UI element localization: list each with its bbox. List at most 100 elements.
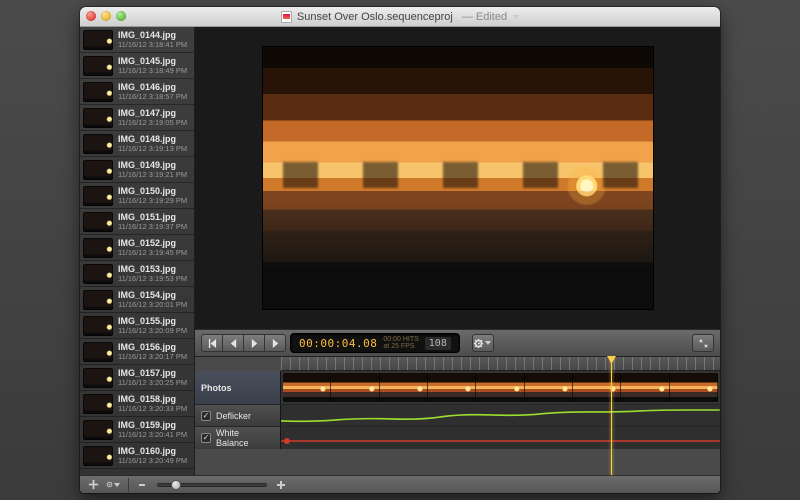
file-date: 11/16/12 3:20:09 PM: [118, 327, 187, 335]
file-row[interactable]: IMG_0147.jpg11/16/12 3:19:05 PM: [80, 105, 194, 131]
file-row[interactable]: IMG_0151.jpg11/16/12 3:19:37 PM: [80, 209, 194, 235]
document-icon: [281, 11, 292, 23]
file-row[interactable]: IMG_0146.jpg11/16/12 3:18:57 PM: [80, 79, 194, 105]
file-row[interactable]: IMG_0156.jpg11/16/12 3:20:17 PM: [80, 339, 194, 365]
file-date: 11/16/12 3:20:41 PM: [118, 431, 187, 439]
file-thumbnail: [83, 316, 113, 336]
file-thumbnail: [83, 134, 113, 154]
file-meta: IMG_0145.jpg11/16/12 3:18:49 PM: [118, 57, 187, 75]
file-name: IMG_0160.jpg: [118, 447, 187, 456]
file-thumbnail: [83, 238, 113, 258]
zoom-button[interactable]: [116, 11, 126, 21]
deflicker-curve: [281, 405, 720, 427]
file-thumbnail: [83, 108, 113, 128]
go-to-start-button[interactable]: [201, 334, 223, 352]
file-row[interactable]: IMG_0144.jpg11/16/12 3:18:41 PM: [80, 27, 194, 53]
file-row[interactable]: IMG_0148.jpg11/16/12 3:19:13 PM: [80, 131, 194, 157]
track-body-photos[interactable]: [281, 371, 720, 404]
file-row[interactable]: IMG_0157.jpg11/16/12 3:20:25 PM: [80, 365, 194, 391]
file-meta: IMG_0158.jpg11/16/12 3:20:33 PM: [118, 395, 187, 413]
edited-indicator: — Edited: [462, 11, 507, 23]
file-name: IMG_0158.jpg: [118, 395, 187, 404]
file-date: 11/16/12 3:19:13 PM: [118, 145, 187, 153]
file-date: 11/16/12 3:19:29 PM: [118, 197, 187, 205]
file-date: 11/16/12 3:18:49 PM: [118, 67, 187, 75]
zoom-slider[interactable]: [157, 483, 267, 487]
close-button[interactable]: [86, 11, 96, 21]
file-row[interactable]: IMG_0160.jpg11/16/12 3:20:49 PM: [80, 443, 194, 469]
file-meta: IMG_0156.jpg11/16/12 3:20:17 PM: [118, 343, 187, 361]
file-date: 11/16/12 3:19:05 PM: [118, 119, 187, 127]
titlebar[interactable]: Sunset Over Oslo.sequenceproj — Edited: [80, 7, 720, 27]
file-date: 11/16/12 3:20:25 PM: [118, 379, 187, 387]
gear-icon: [106, 479, 113, 490]
file-date: 11/16/12 3:18:41 PM: [118, 41, 187, 49]
file-row[interactable]: IMG_0158.jpg11/16/12 3:20:33 PM: [80, 391, 194, 417]
zoom-slider-knob[interactable]: [171, 480, 181, 490]
step-back-button[interactable]: [222, 334, 244, 352]
playback-controls: [201, 334, 286, 352]
app-window: Sunset Over Oslo.sequenceproj — Edited I…: [80, 7, 720, 493]
file-row[interactable]: IMG_0145.jpg11/16/12 3:18:49 PM: [80, 53, 194, 79]
file-name: IMG_0144.jpg: [118, 31, 187, 40]
track-header-deflicker[interactable]: ✓ Deflicker: [195, 405, 281, 426]
fullscreen-icon: [699, 339, 708, 348]
file-row[interactable]: IMG_0152.jpg11/16/12 3:19:45 PM: [80, 235, 194, 261]
file-row[interactable]: IMG_0149.jpg11/16/12 3:19:21 PM: [80, 157, 194, 183]
file-meta: IMG_0150.jpg11/16/12 3:19:29 PM: [118, 187, 187, 205]
track-body-whitebalance[interactable]: [281, 427, 720, 449]
preview-image: [263, 47, 653, 309]
window-body: IMG_0144.jpg11/16/12 3:18:41 PM IMG_0145.…: [80, 27, 720, 475]
file-row[interactable]: IMG_0159.jpg11/16/12 3:20:41 PM: [80, 417, 194, 443]
file-meta: IMG_0155.jpg11/16/12 3:20:09 PM: [118, 317, 187, 335]
track-deflicker: ✓ Deflicker: [195, 405, 720, 427]
zoom-out-button[interactable]: [137, 479, 149, 491]
file-row[interactable]: IMG_0154.jpg11/16/12 3:20:01 PM: [80, 287, 194, 313]
step-forward-button[interactable]: [264, 334, 286, 352]
source-file-list[interactable]: IMG_0144.jpg11/16/12 3:18:41 PM IMG_0145.…: [80, 27, 195, 475]
deflicker-checkbox[interactable]: ✓: [201, 411, 211, 421]
play-button[interactable]: [243, 334, 265, 352]
file-date: 11/16/12 3:19:37 PM: [118, 223, 187, 231]
window-title[interactable]: Sunset Over Oslo.sequenceproj — Edited: [281, 11, 519, 23]
file-date: 11/16/12 3:19:53 PM: [118, 275, 187, 283]
status-bar: [80, 475, 720, 493]
track-header-whitebalance[interactable]: ✓ White Balance: [195, 427, 281, 449]
file-row[interactable]: IMG_0155.jpg11/16/12 3:20:09 PM: [80, 313, 194, 339]
file-name: IMG_0153.jpg: [118, 265, 187, 274]
chevron-down-icon: [114, 483, 120, 487]
fullscreen-button[interactable]: [692, 334, 714, 352]
track-body-deflicker[interactable]: [281, 405, 720, 426]
file-name: IMG_0151.jpg: [118, 213, 187, 222]
file-row[interactable]: IMG_0153.jpg11/16/12 3:19:53 PM: [80, 261, 194, 287]
whitebalance-curve: [281, 427, 720, 449]
track-whitebalance: ✓ White Balance: [195, 427, 720, 449]
add-button[interactable]: [86, 478, 100, 492]
file-thumbnail: [83, 186, 113, 206]
photo-clip[interactable]: [283, 373, 718, 402]
track-header-photos[interactable]: Photos: [195, 371, 281, 404]
whitebalance-checkbox[interactable]: ✓: [201, 433, 211, 443]
preview-viewport[interactable]: [195, 27, 720, 329]
zoom-in-button[interactable]: [275, 479, 287, 491]
timeline[interactable]: Photos ✓ Deflicker: [195, 357, 720, 475]
timecode-display[interactable]: 00:00:04.08 00:00 HITS at 25 FPS 108: [290, 333, 460, 353]
minimize-button[interactable]: [101, 11, 111, 21]
file-name: IMG_0145.jpg: [118, 57, 187, 66]
timeline-ruler[interactable]: [281, 357, 720, 371]
file-name: IMG_0152.jpg: [118, 239, 187, 248]
settings-button[interactable]: [472, 334, 494, 352]
file-date: 11/16/12 3:20:49 PM: [118, 457, 187, 465]
file-name: IMG_0159.jpg: [118, 421, 187, 430]
file-meta: IMG_0146.jpg11/16/12 3:18:57 PM: [118, 83, 187, 101]
file-date: 11/16/12 3:20:17 PM: [118, 353, 187, 361]
file-thumbnail: [83, 56, 113, 76]
action-menu-button[interactable]: [106, 478, 120, 492]
title-menu-chevron-icon[interactable]: [513, 15, 519, 19]
file-name: IMG_0146.jpg: [118, 83, 187, 92]
desktop-background: Sunset Over Oslo.sequenceproj — Edited I…: [0, 0, 800, 500]
file-meta: IMG_0160.jpg11/16/12 3:20:49 PM: [118, 447, 187, 465]
timecode-value: 00:00:04.08: [299, 337, 377, 350]
track-label: Photos: [201, 383, 232, 393]
file-row[interactable]: IMG_0150.jpg11/16/12 3:19:29 PM: [80, 183, 194, 209]
